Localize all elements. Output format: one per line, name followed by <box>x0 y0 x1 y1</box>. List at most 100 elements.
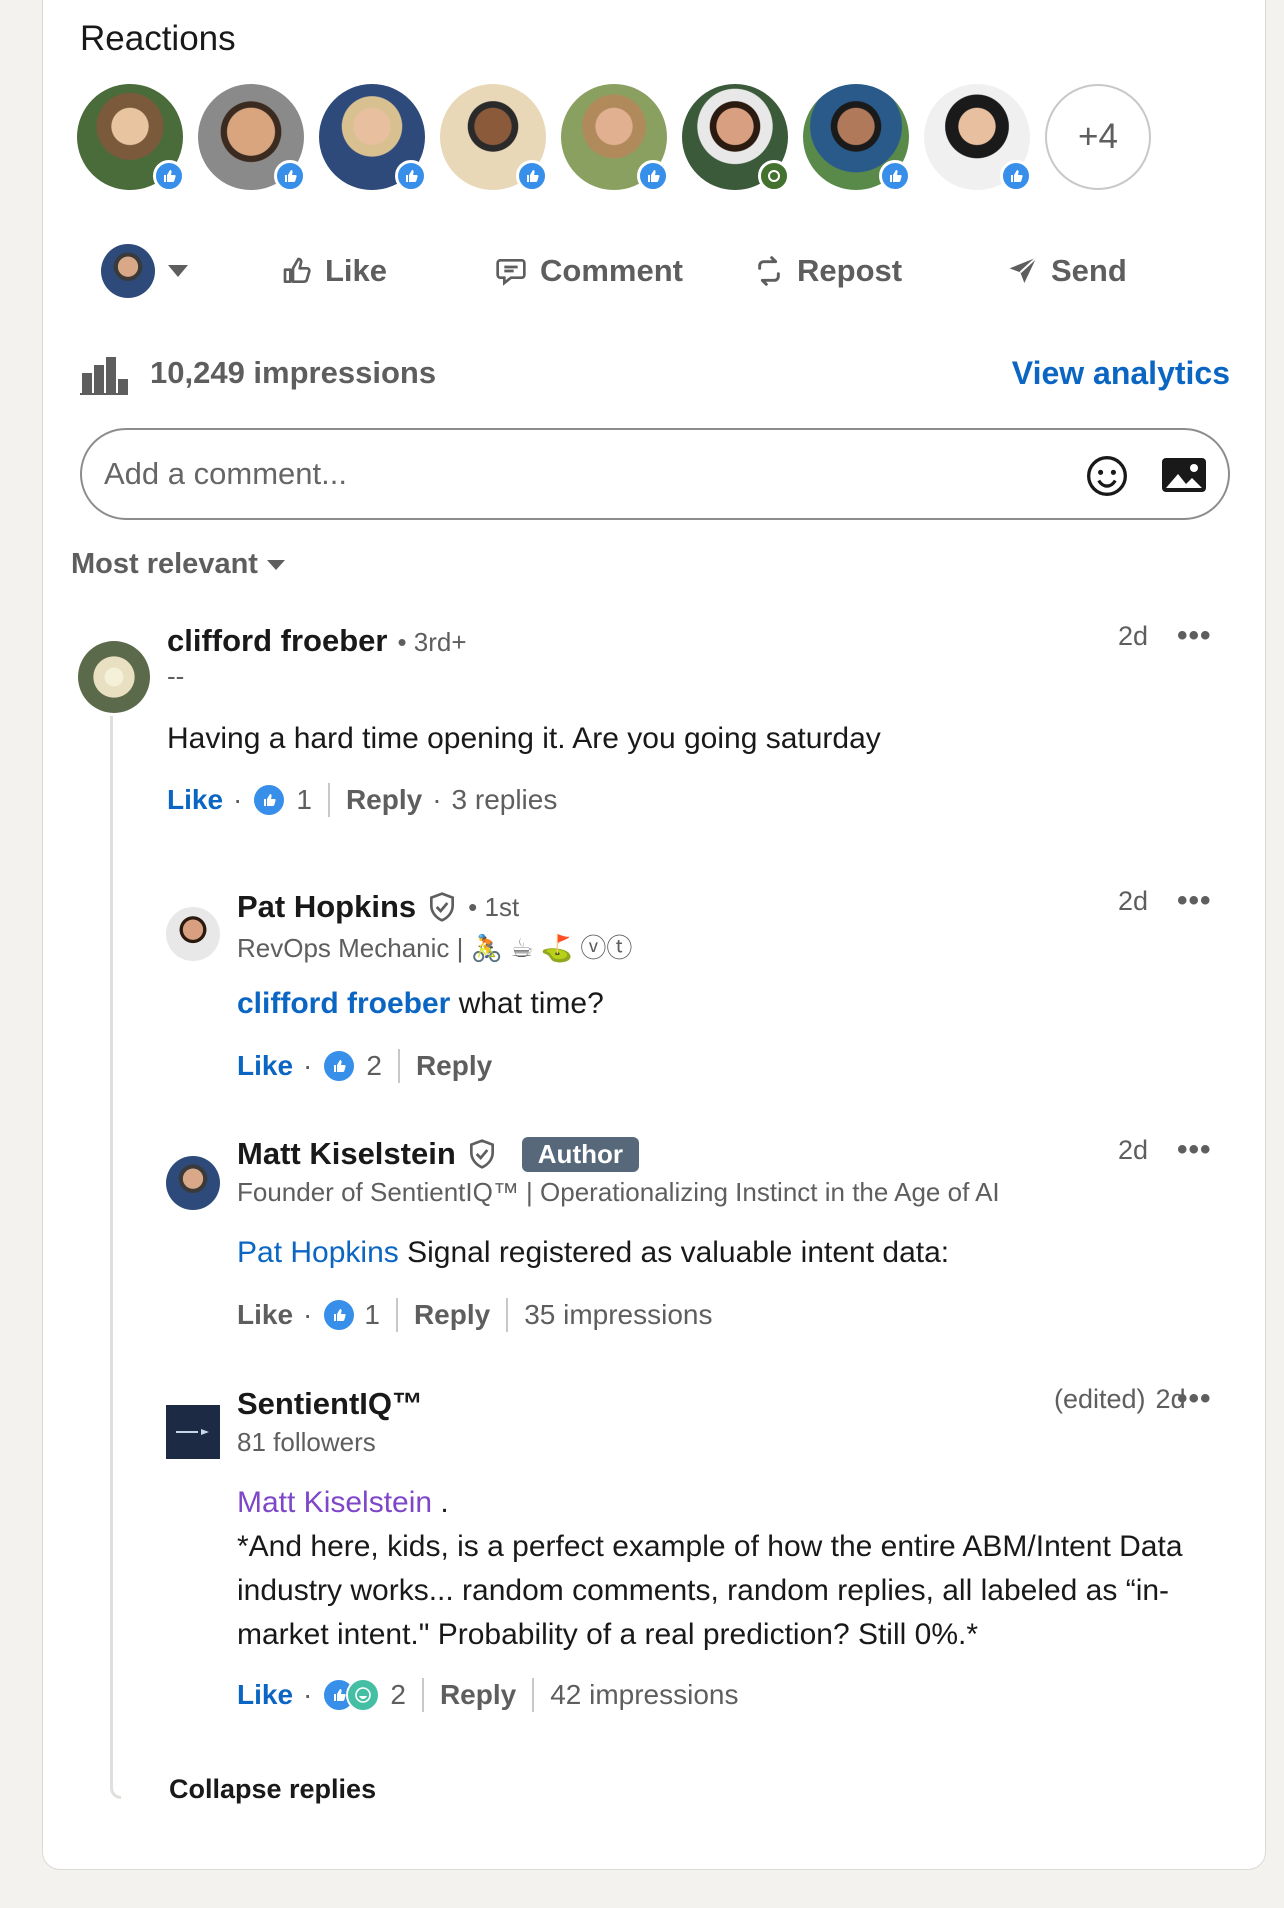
sentientiq-logo-icon <box>176 1429 209 1435</box>
reactor-avatar[interactable] <box>803 84 911 192</box>
reply-button[interactable]: Reply <box>440 1679 516 1711</box>
thumbs-up-icon <box>283 257 311 283</box>
reactor-avatar[interactable] <box>924 84 1032 192</box>
more-options-button[interactable]: ••• <box>1177 1382 1212 1416</box>
like-reaction-icon <box>274 160 306 192</box>
reaction-count[interactable]: 1 <box>364 1299 380 1331</box>
reactions-title: Reactions <box>80 19 236 58</box>
reaction-count[interactable]: 2 <box>390 1679 406 1711</box>
actor-switcher[interactable] <box>101 236 189 306</box>
like-reaction-icon <box>322 1049 357 1083</box>
reactor-avatar[interactable] <box>319 84 427 192</box>
more-options-button[interactable]: ••• <box>1177 884 1212 918</box>
comment-button[interactable]: Comment <box>494 236 683 306</box>
speech-bubble-icon <box>496 259 526 286</box>
dot-separator: · <box>432 784 442 815</box>
reply-impressions[interactable]: 35 impressions <box>524 1299 712 1331</box>
thread-line <box>110 716 121 1799</box>
divider <box>395 1298 398 1332</box>
reactor-avatar[interactable] <box>561 84 669 192</box>
impressions-row: 10,249 impressions View analytics <box>80 349 1230 399</box>
author-badge: Author <box>521 1136 639 1172</box>
more-reactions-button[interactable]: +4 <box>1045 84 1151 190</box>
mention-link[interactable]: Matt Kiselstein <box>237 1486 432 1519</box>
image-icon[interactable] <box>1160 456 1208 494</box>
company-logo[interactable] <box>166 1405 220 1459</box>
divider <box>506 1298 509 1332</box>
current-user-avatar <box>101 244 155 298</box>
sort-dropdown[interactable]: Most relevant <box>71 548 286 581</box>
verified-shield-icon <box>469 1139 494 1169</box>
reply-actions: Like · 2 Reply <box>237 1049 492 1083</box>
reply-button[interactable]: Reply <box>414 1299 490 1331</box>
support-reaction-icon <box>758 160 790 192</box>
reply-time: 2d <box>1118 1135 1149 1165</box>
commenter-headline: -- <box>167 661 185 691</box>
dot-separator: · <box>233 784 243 815</box>
mention-link[interactable]: clifford froeber <box>237 987 450 1020</box>
like-reaction-icon <box>252 783 287 817</box>
more-options-button[interactable]: ••• <box>1177 1133 1212 1167</box>
reply-button[interactable]: Reply <box>346 784 422 816</box>
reply-button[interactable]: Reply <box>416 1050 492 1082</box>
reply-text: Matt Kiselstein . *And here, kids, is a … <box>237 1481 1237 1657</box>
reaction-count[interactable]: 1 <box>296 784 312 816</box>
reactor-avatar[interactable] <box>198 84 306 192</box>
like-reaction-icon <box>516 160 548 192</box>
replier-headline: RevOps Mechanic | 🚴 ☕ ⛳ ⓥⓣ <box>237 933 633 963</box>
reaction-count[interactable]: 2 <box>366 1050 382 1082</box>
reply-actions: Like · 1 Reply 35 impressions <box>237 1298 713 1332</box>
commenter-name[interactable]: clifford froeber <box>167 623 387 659</box>
bar-chart-icon <box>80 357 128 395</box>
commenter-avatar[interactable] <box>78 641 150 713</box>
reply-like-button[interactable]: Like <box>237 1679 293 1711</box>
reactor-avatar[interactable] <box>682 84 790 192</box>
like-button[interactable]: Like <box>281 236 387 306</box>
divider <box>421 1678 424 1712</box>
send-label: Send <box>1051 253 1127 288</box>
like-reaction-icon <box>322 1298 357 1332</box>
emoji-icon[interactable] <box>1085 454 1129 498</box>
dot-separator: · <box>303 1050 313 1081</box>
reply-text-body: *And here, kids, is a perfect example of… <box>237 1530 1183 1651</box>
collapse-replies-button[interactable]: Collapse replies <box>169 1774 376 1805</box>
divider <box>397 1049 400 1083</box>
mention-suffix: . <box>432 1486 449 1519</box>
like-reaction-icon <box>153 160 185 192</box>
repost-label: Repost <box>797 253 903 288</box>
connection-degree: • 1st <box>468 891 520 922</box>
divider <box>532 1678 535 1712</box>
mention-link[interactable]: Pat Hopkins <box>237 1236 399 1269</box>
view-analytics-link[interactable]: View analytics <box>1012 355 1230 392</box>
reply-time: 2d <box>1118 886 1149 916</box>
company-followers: 81 followers <box>237 1427 376 1457</box>
reply-text: clifford froeber what time? <box>237 982 604 1026</box>
post-social-card: Reactions +4 Like Comment Repost Send 10… <box>42 0 1266 1870</box>
reply-like-button[interactable]: Like <box>237 1299 293 1331</box>
replier-avatar[interactable] <box>166 1156 220 1210</box>
replier-name[interactable]: Pat Hopkins <box>237 889 416 925</box>
like-reaction-icon <box>1000 160 1032 192</box>
repost-button[interactable]: Repost <box>753 236 902 306</box>
reactor-avatar[interactable] <box>440 84 548 192</box>
like-reaction-icon <box>879 160 911 192</box>
reply-impressions[interactable]: 42 impressions <box>550 1679 738 1711</box>
replier-name[interactable]: SentientIQ™ <box>237 1386 423 1422</box>
divider <box>327 783 330 817</box>
comment-like-button[interactable]: Like <box>167 784 223 816</box>
reply-like-button[interactable]: Like <box>237 1050 293 1082</box>
dot-separator: · <box>303 1299 313 1330</box>
repost-icon <box>758 256 780 286</box>
reply-text-body: what time? <box>450 987 604 1020</box>
sort-label: Most relevant <box>71 548 258 580</box>
send-button[interactable]: Send <box>1007 236 1127 306</box>
edited-label: (edited) <box>1054 1384 1146 1414</box>
replier-avatar[interactable] <box>166 907 220 961</box>
comment-input[interactable]: Add a comment... <box>80 428 1230 520</box>
reactor-avatar[interactable] <box>77 84 185 192</box>
caret-down-icon <box>266 559 285 570</box>
replies-count[interactable]: 3 replies <box>452 784 558 816</box>
paper-plane-icon <box>1009 256 1038 283</box>
replier-name[interactable]: Matt Kiselstein <box>237 1136 456 1172</box>
more-options-button[interactable]: ••• <box>1177 619 1212 653</box>
